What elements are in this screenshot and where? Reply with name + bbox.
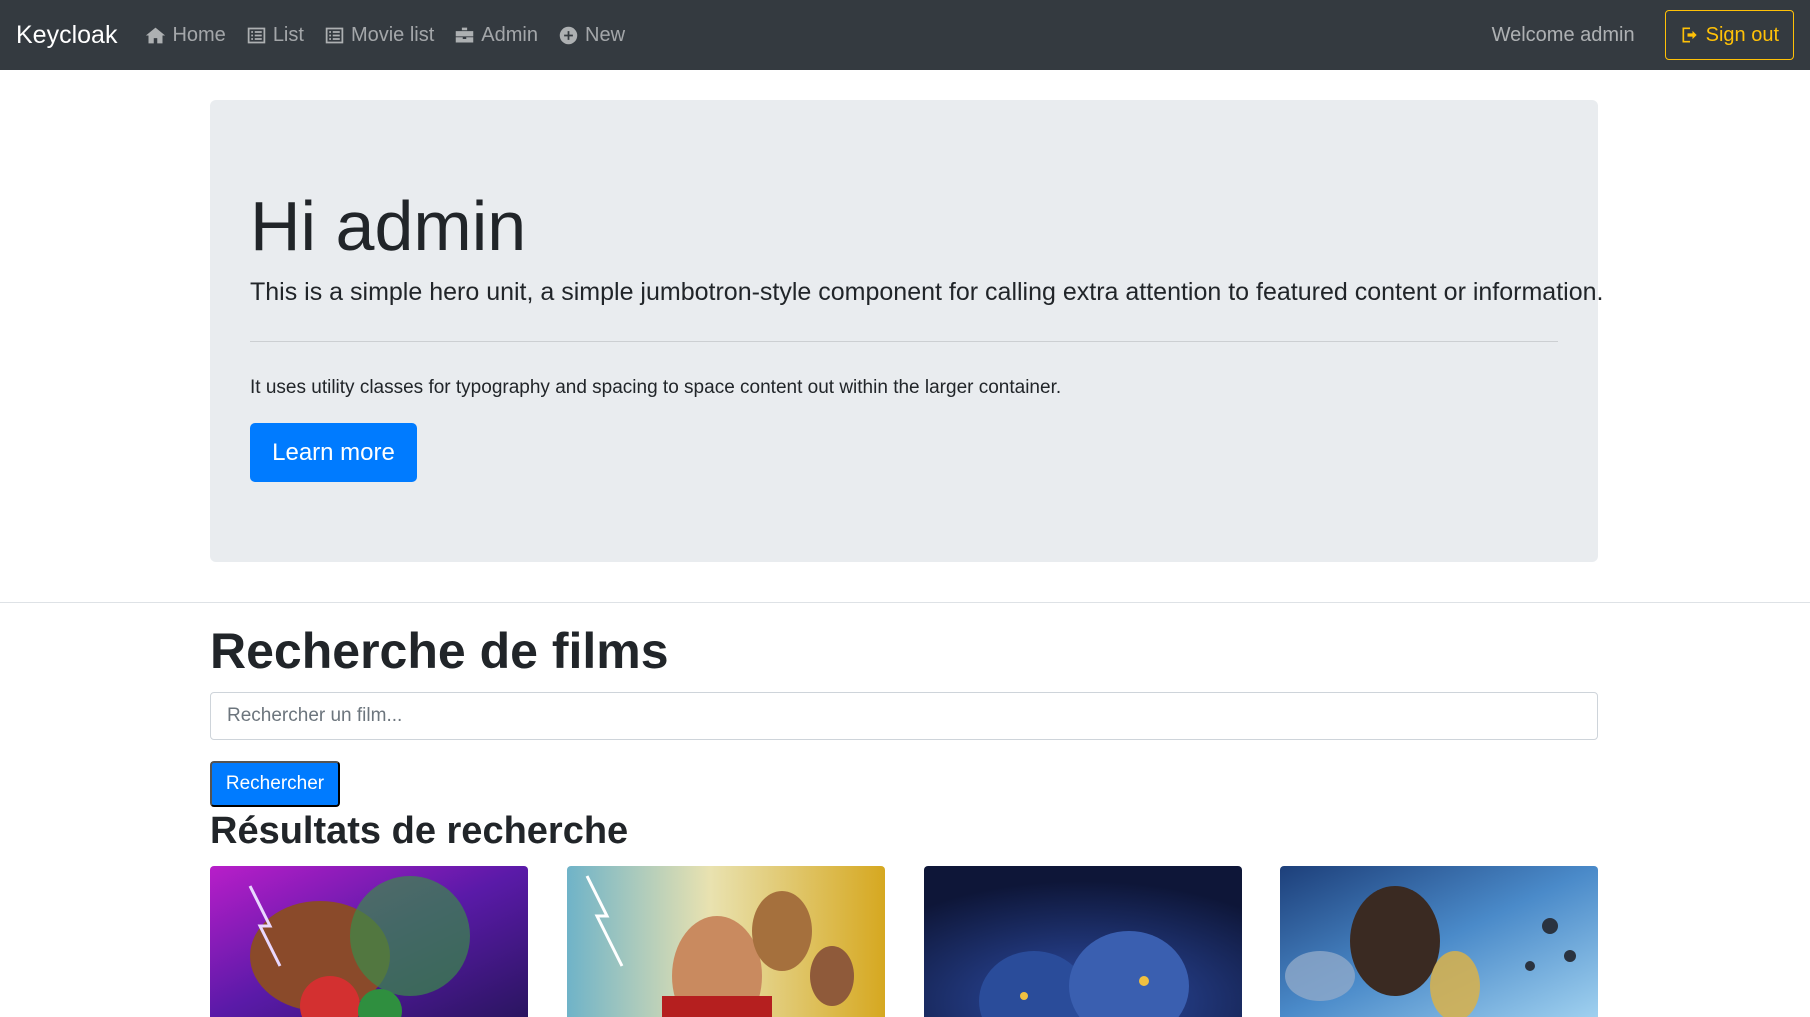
navbar: Keycloak Home List Movie list Admin New … bbox=[0, 0, 1810, 70]
sign-out-button[interactable]: Sign out bbox=[1664, 10, 1794, 60]
nav-home-link[interactable]: Home bbox=[145, 23, 226, 47]
nav-links: Home List Movie list Admin New bbox=[145, 24, 625, 47]
results-title: Résultats de recherche bbox=[210, 810, 629, 852]
admin-icon bbox=[456, 27, 474, 42]
welcome-text: Welcome admin bbox=[1491, 23, 1635, 46]
nav-right: Welcome admin Sign out bbox=[1492, 10, 1794, 60]
list-icon bbox=[247, 27, 266, 43]
home-icon bbox=[146, 27, 166, 43]
hero-title: Hi admin bbox=[250, 187, 527, 265]
hero-divider bbox=[250, 341, 1558, 342]
movie-poster-image bbox=[1280, 866, 1598, 1017]
movie-card[interactable] bbox=[210, 866, 528, 1017]
search-title: Recherche de films bbox=[210, 623, 669, 679]
hero-lead: This is a simple hero unit, a simple jum… bbox=[250, 278, 1604, 306]
sign-out-icon bbox=[1682, 27, 1697, 43]
movie-poster-image bbox=[567, 866, 885, 1017]
nav-new-link[interactable]: New bbox=[558, 24, 625, 47]
movie-poster-image bbox=[924, 866, 1242, 1017]
hero-text: It uses utility classes for typography a… bbox=[250, 377, 1062, 398]
section-divider bbox=[0, 602, 1810, 603]
nav-list-label: List bbox=[272, 23, 304, 46]
nav-admin-link[interactable]: Admin bbox=[454, 24, 538, 47]
nav-admin-label: Admin bbox=[481, 23, 538, 46]
plus-circle-icon bbox=[559, 26, 578, 44]
brand-link[interactable]: Keycloak bbox=[16, 21, 117, 50]
list-icon bbox=[325, 27, 344, 43]
nav-movie-list-label: Movie list bbox=[350, 23, 435, 46]
movie-card[interactable] bbox=[924, 866, 1242, 1017]
results-grid bbox=[210, 866, 1598, 1017]
search-input[interactable] bbox=[210, 692, 1598, 740]
nav-movie-list-link[interactable]: Movie list bbox=[324, 24, 434, 47]
nav-home-label: Home bbox=[172, 23, 226, 46]
search-button[interactable]: Rechercher bbox=[210, 761, 340, 807]
sign-out-label: Sign out bbox=[1705, 23, 1779, 46]
hero-jumbotron: Hi admin This is a simple hero unit, a s… bbox=[210, 100, 1603, 562]
learn-more-button[interactable]: Learn more bbox=[250, 423, 417, 482]
nav-new-label: New bbox=[585, 23, 626, 46]
movie-poster-image bbox=[210, 866, 528, 1017]
nav-list-link[interactable]: List bbox=[246, 24, 304, 47]
movie-card[interactable] bbox=[1280, 866, 1598, 1017]
movie-card[interactable] bbox=[567, 866, 885, 1017]
